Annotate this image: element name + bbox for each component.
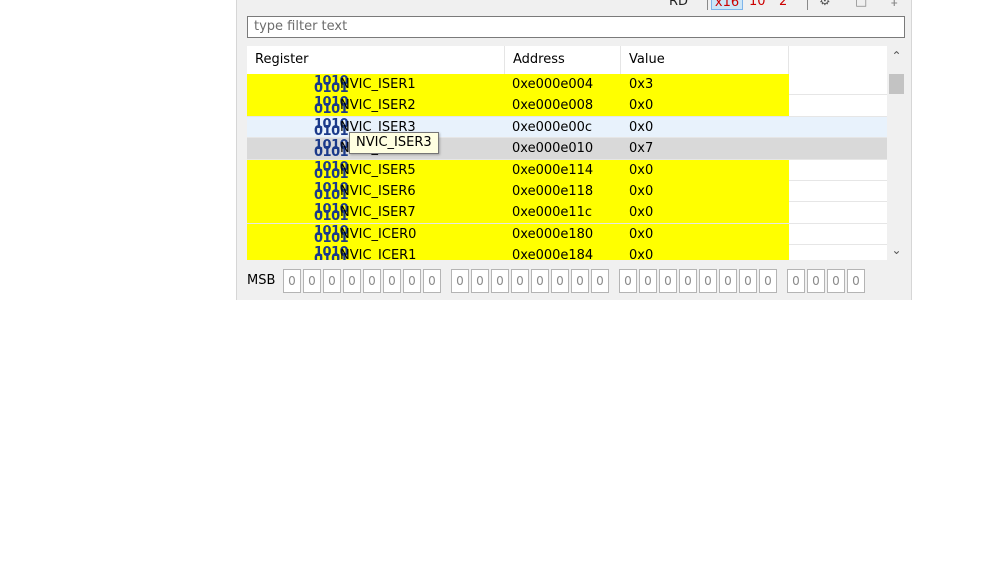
table-row[interactable]: 1010 0101 NVIC_ISER1 0xe000e004 0x3 <box>247 74 887 96</box>
register-value[interactable]: 0x0 <box>629 181 653 202</box>
bit-cell[interactable]: 0 <box>383 269 401 293</box>
msb-label: MSB <box>247 273 276 288</box>
toolbar: RD x16 10 2 ⚙ □ ‡ <box>237 0 911 14</box>
scroll-down-icon[interactable]: ⌄ <box>887 242 906 258</box>
bit-cell[interactable]: 0 <box>719 269 737 293</box>
register-address: 0xe000e184 <box>512 248 594 260</box>
table-row[interactable]: 1010 0101 NVIC_ISER6 0xe000e118 0x0 <box>247 180 887 203</box>
table-row[interactable]: 1010 0101 NVIC_ISER7 0xe000e11c 0x0 <box>247 202 887 224</box>
filter-placeholder: type filter text <box>254 19 348 34</box>
bit-cell[interactable]: 0 <box>283 269 301 293</box>
bit-cell[interactable]: 0 <box>471 269 489 293</box>
column-header-address[interactable]: Address <box>505 46 621 74</box>
bit-cell[interactable]: 0 <box>571 269 589 293</box>
bit-cell[interactable]: 0 <box>403 269 421 293</box>
bit-cell[interactable]: 0 <box>531 269 549 293</box>
export-icon[interactable]: □ <box>855 0 867 10</box>
register-name: NVIC_ISER1 <box>340 77 416 92</box>
register-address: 0xe000e008 <box>512 98 594 114</box>
bit-cell[interactable]: 0 <box>679 269 697 293</box>
bit-cell[interactable]: 0 <box>699 269 717 293</box>
table-header: Register Address Value <box>247 46 887 74</box>
register-name: NVIC_ISER5 <box>340 162 416 178</box>
scrollbar-thumb[interactable] <box>889 74 904 94</box>
bit-cell[interactable]: 0 <box>659 269 677 293</box>
register-value[interactable]: 0x0 <box>629 95 653 116</box>
register-address: 0xe000e118 <box>512 183 594 199</box>
vertical-scrollbar[interactable]: ⌃ ⌄ <box>887 46 906 260</box>
wrench-icon[interactable]: ⚙ <box>819 0 831 10</box>
bit-field-row: MSB 0000000000000000000000000000 <box>247 268 911 294</box>
scroll-up-icon[interactable]: ⌃ <box>887 48 906 64</box>
bit-cell[interactable]: 0 <box>807 269 825 293</box>
registers-panel: RD x16 10 2 ⚙ □ ‡ type filter text Regis… <box>236 0 912 300</box>
bit-cell[interactable]: 0 <box>363 269 381 293</box>
filter-input[interactable]: type filter text <box>247 16 905 38</box>
table-row[interactable]: 1010 0101 NVIC_ICER0 0xe000e180 0x0 <box>247 223 887 246</box>
column-header-value[interactable]: Value <box>621 46 789 74</box>
register-value[interactable]: 0x3 <box>629 74 653 95</box>
bit-cells: 0000000000000000000000000000 <box>283 269 867 293</box>
bit-cell[interactable]: 0 <box>303 269 321 293</box>
register-address: 0xe000e00c <box>512 119 593 135</box>
register-address: 0xe000e11c <box>512 205 593 221</box>
register-value[interactable]: 0x0 <box>629 202 653 223</box>
bit-cell[interactable]: 0 <box>323 269 341 293</box>
bit-cell[interactable]: 0 <box>511 269 529 293</box>
pin-icon[interactable]: ‡ <box>891 0 898 10</box>
bit-cell[interactable]: 0 <box>423 269 441 293</box>
register-icon: 1010 0101 <box>314 245 349 260</box>
toolbar-separator <box>707 0 708 10</box>
register-address: 0xe000e114 <box>512 162 594 178</box>
register-table: Register Address Value 1010 0101 NVIC_ISER… <box>247 46 887 260</box>
binary-format-button[interactable]: 2 <box>779 0 787 10</box>
bit-cell[interactable]: 0 <box>759 269 777 293</box>
bit-cell[interactable]: 0 <box>451 269 469 293</box>
register-name: NVIC_ICER0 <box>340 226 417 242</box>
table-row[interactable]: 10100101NVIC_ISER40xe000e0100x7 <box>247 138 887 160</box>
register-address: 0xe000e010 <box>512 141 594 157</box>
bit-cell[interactable]: 0 <box>551 269 569 293</box>
register-name: NVIC_ISER6 <box>340 183 416 199</box>
register-tooltip: NVIC_ISER3 <box>349 132 439 154</box>
bit-cell[interactable]: 0 <box>491 269 509 293</box>
table-row[interactable]: 1010 0101 NVIC_ICER1 0xe000e184 0x0 <box>247 245 887 260</box>
register-address: 0xe000e004 <box>512 77 594 92</box>
bit-cell[interactable]: 0 <box>639 269 657 293</box>
column-header-register[interactable]: Register <box>247 46 505 74</box>
table-row[interactable]: 1010 0101 NVIC_ISER3 0xe000e00c 0x0 <box>247 116 887 139</box>
register-value[interactable]: 0x0 <box>629 160 653 181</box>
bit-cell[interactable]: 0 <box>591 269 609 293</box>
decimal-format-button[interactable]: 10 <box>749 0 766 10</box>
bit-cell[interactable]: 0 <box>739 269 757 293</box>
bit-cell[interactable]: 0 <box>343 269 361 293</box>
toolbar-separator <box>807 0 808 10</box>
register-value[interactable]: 0x0 <box>629 117 653 138</box>
register-address: 0xe000e180 <box>512 226 594 242</box>
register-value[interactable]: 0x0 <box>629 224 653 245</box>
register-name: NVIC_ISER7 <box>340 205 416 221</box>
bit-cell[interactable]: 0 <box>827 269 845 293</box>
hex-format-button[interactable]: x16 <box>711 0 743 10</box>
register-name: NVIC_ICER1 <box>340 248 417 260</box>
table-body: 1010 0101 NVIC_ISER1 0xe000e004 0x3 1010 0101 N… <box>247 74 887 260</box>
register-name: NVIC_ISER2 <box>340 98 416 114</box>
register-value[interactable]: 0x7 <box>629 138 653 159</box>
table-row[interactable]: 1010 0101 NVIC_ISER5 0xe000e114 0x0 <box>247 159 887 181</box>
bit-cell[interactable]: 0 <box>619 269 637 293</box>
read-button[interactable]: RD <box>669 0 688 10</box>
register-value[interactable]: 0x0 <box>629 245 653 260</box>
bit-cell[interactable]: 0 <box>787 269 805 293</box>
table-row[interactable]: 1010 0101 NVIC_ISER2 0xe000e008 0x0 <box>247 95 887 117</box>
bit-cell[interactable]: 0 <box>847 269 865 293</box>
